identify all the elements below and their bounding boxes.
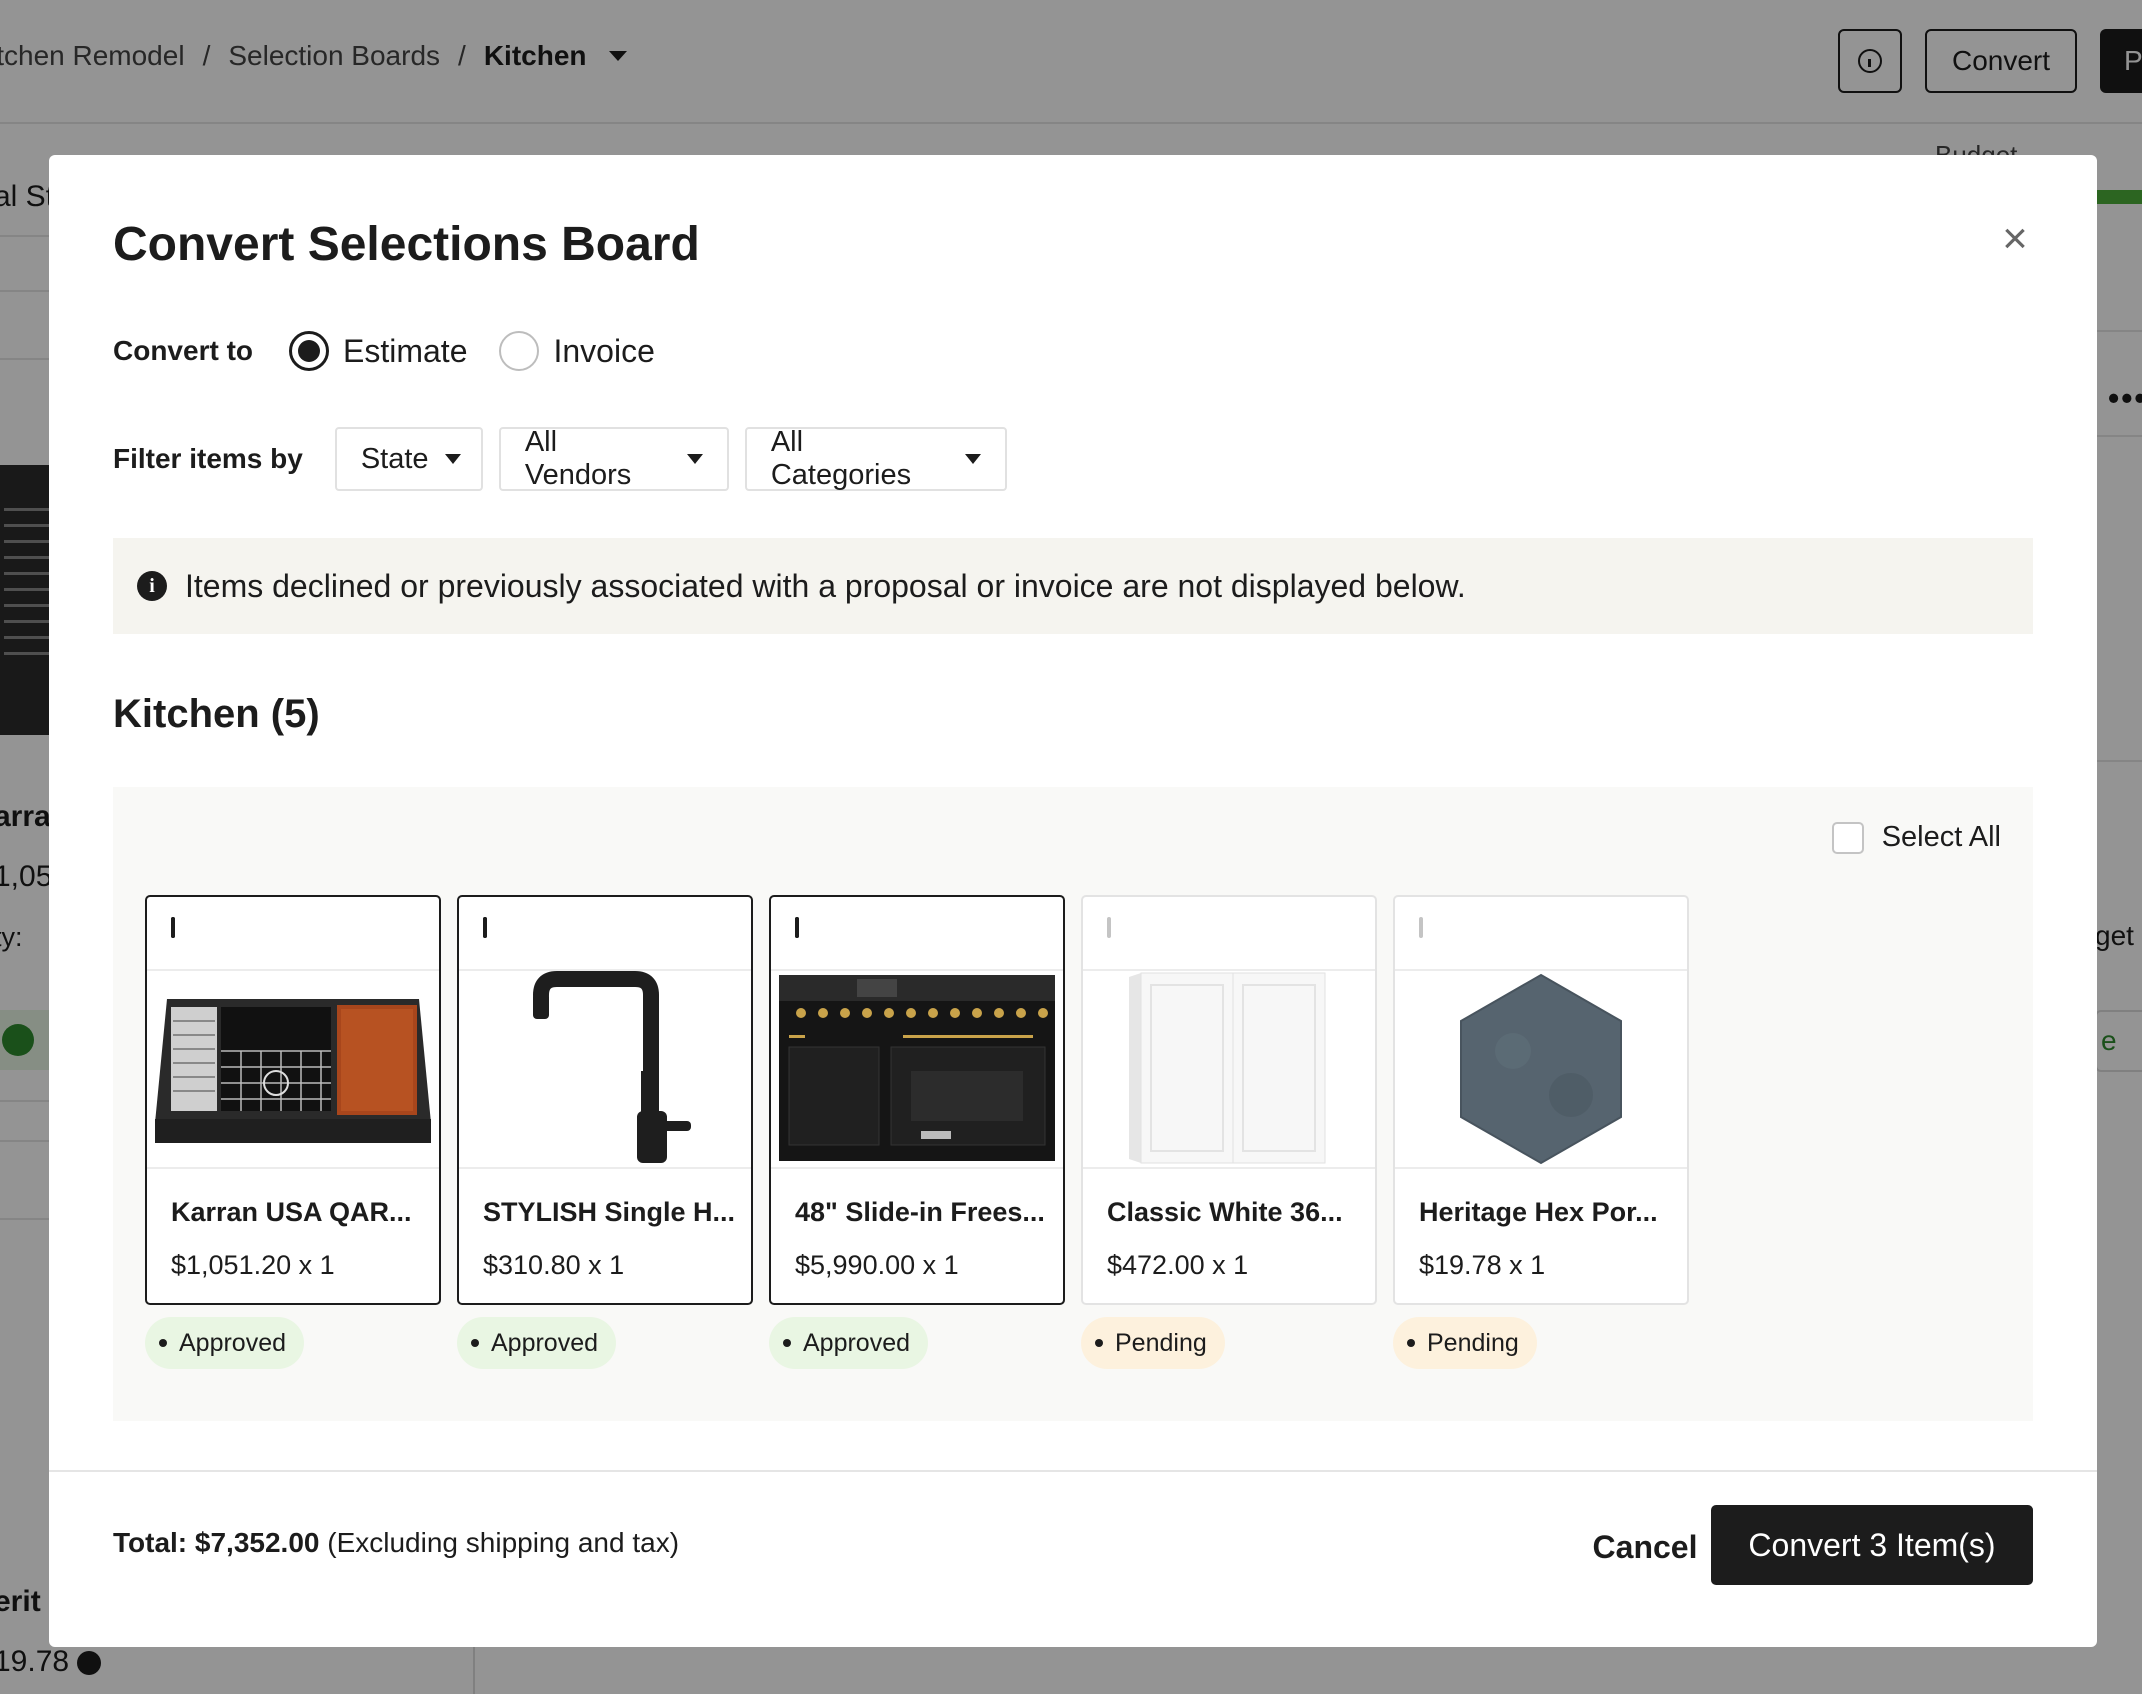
item-price: $5,990.00 x 1 xyxy=(795,1250,959,1280)
item-price: $19.78 x 1 xyxy=(1419,1250,1546,1280)
range-image-art xyxy=(779,975,1055,1161)
card-header xyxy=(147,897,439,971)
radio-button[interactable] xyxy=(499,331,540,371)
item-checkbox[interactable] xyxy=(795,917,799,938)
item-card-column: Heritage Hex Por... $19.78 x 1 Pending xyxy=(1393,895,1689,1369)
card-body: Karran USA QAR... $1,051.20 x 1 xyxy=(147,1169,439,1281)
item-price: $1,051.20 x 1 xyxy=(171,1250,335,1280)
item-card-column: STYLISH Single H... $310.80 x 1 Approved xyxy=(457,895,753,1369)
total-note: (Excluding shipping and tax) xyxy=(327,1527,680,1558)
status-badge: Approved xyxy=(769,1317,929,1369)
status-badge: Approved xyxy=(145,1317,305,1369)
cabinet-image-art xyxy=(1127,972,1331,1165)
hex-tile-image-art xyxy=(1453,971,1629,1167)
footer-divider xyxy=(49,1470,2097,1472)
item-checkbox[interactable] xyxy=(1419,917,1423,938)
state-dropdown[interactable]: State xyxy=(334,427,483,491)
select-all-checkbox[interactable] xyxy=(1831,821,1864,854)
caret-down-icon xyxy=(964,454,981,464)
status-text: Approved xyxy=(491,1328,599,1357)
convert-items-button[interactable]: Convert 3 Item(s) xyxy=(1711,1505,2033,1585)
convert-selections-modal: Convert Selections Board × Convert to Es… xyxy=(49,155,2097,1647)
radio-button-selected[interactable] xyxy=(289,331,329,371)
item-price: $472.00 x 1 xyxy=(1107,1250,1249,1280)
item-card[interactable]: Heritage Hex Por... $19.78 x 1 xyxy=(1393,895,1689,1305)
convert-to-row: Convert to Estimate Invoice xyxy=(113,327,655,375)
item-price: $310.80 x 1 xyxy=(483,1250,625,1280)
range-image xyxy=(771,971,1063,1169)
section-title: Kitchen (5) xyxy=(113,692,320,736)
modal-title: Convert Selections Board xyxy=(113,218,700,271)
radio-invoice[interactable]: Invoice xyxy=(499,331,655,371)
notice-text: Items declined or previously associated … xyxy=(185,567,1466,604)
item-card[interactable]: STYLISH Single H... $310.80 x 1 xyxy=(457,895,753,1305)
card-body: STYLISH Single H... $310.80 x 1 xyxy=(459,1169,751,1281)
item-checkbox[interactable] xyxy=(1107,917,1111,938)
convert-to-label: Convert to xyxy=(113,335,253,366)
sink-image xyxy=(147,971,439,1169)
item-card-column: 48" Slide-in Frees... $5,990.00 x 1 Appr… xyxy=(769,895,1065,1369)
items-panel: Select All Karran USA QAR... $1,051.20 x… xyxy=(113,787,2033,1421)
card-body: Heritage Hex Por... $19.78 x 1 xyxy=(1395,1169,1687,1281)
item-checkbox[interactable] xyxy=(483,917,487,938)
item-card-column: Karran USA QAR... $1,051.20 x 1 Approved xyxy=(145,895,441,1369)
filter-label: Filter items by xyxy=(113,443,303,474)
info-icon: i xyxy=(137,571,167,601)
status-dot-icon xyxy=(159,1339,167,1347)
total-amount: Total: $7,352.00 xyxy=(113,1527,320,1558)
card-body: 48" Slide-in Frees... $5,990.00 x 1 xyxy=(771,1169,1063,1281)
caret-down-icon xyxy=(686,454,703,464)
status-badge: Approved xyxy=(457,1317,617,1369)
status-text: Pending xyxy=(1427,1328,1519,1357)
filter-row: Filter items by State All Vendors All Ca… xyxy=(113,426,1007,491)
item-cards: Karran USA QAR... $1,051.20 x 1 Approved xyxy=(145,895,1705,1369)
info-notice: i Items declined or previously associate… xyxy=(113,538,2033,634)
state-dropdown-value: State xyxy=(360,442,429,475)
item-card[interactable]: Karran USA QAR... $1,051.20 x 1 xyxy=(145,895,441,1305)
status-dot-icon xyxy=(1407,1339,1415,1347)
vendors-dropdown-value: All Vendors xyxy=(524,426,632,491)
item-name: 48" Slide-in Frees... xyxy=(795,1197,1045,1227)
status-badge: Pending xyxy=(1393,1317,1537,1369)
vendors-dropdown[interactable]: All Vendors xyxy=(498,426,729,491)
radio-label-estimate: Estimate xyxy=(343,332,468,369)
radio-estimate[interactable]: Estimate xyxy=(289,331,467,371)
hex-tile-image xyxy=(1395,971,1687,1169)
faucet-image-art xyxy=(513,971,697,1167)
item-name: Classic White 36... xyxy=(1107,1197,1343,1227)
card-header xyxy=(1083,897,1375,971)
categories-dropdown[interactable]: All Categories xyxy=(744,426,1007,491)
card-header xyxy=(1395,897,1687,971)
status-text: Approved xyxy=(179,1328,287,1357)
item-card[interactable]: 48" Slide-in Frees... $5,990.00 x 1 xyxy=(769,895,1065,1305)
item-card[interactable]: Classic White 36... $472.00 x 1 xyxy=(1081,895,1377,1305)
item-name: Karran USA QAR... xyxy=(171,1197,412,1227)
categories-dropdown-value: All Categories xyxy=(770,426,912,491)
select-all[interactable]: Select All xyxy=(1831,821,2001,854)
cabinet-image xyxy=(1083,971,1375,1169)
item-name: STYLISH Single H... xyxy=(483,1197,736,1227)
sink-image-art xyxy=(155,999,431,1143)
close-icon[interactable]: × xyxy=(1997,217,2033,261)
total-summary: Total: $7,352.00 (Excluding shipping and… xyxy=(113,1527,679,1559)
card-header xyxy=(771,897,1063,971)
card-header xyxy=(459,897,751,971)
item-checkbox[interactable] xyxy=(171,917,175,938)
faucet-image xyxy=(459,971,751,1169)
card-body: Classic White 36... $472.00 x 1 xyxy=(1083,1169,1375,1281)
status-text: Pending xyxy=(1115,1328,1207,1357)
status-dot-icon xyxy=(783,1339,791,1347)
item-name: Heritage Hex Por... xyxy=(1419,1197,1658,1227)
item-card-column: Classic White 36... $472.00 x 1 Pending xyxy=(1081,895,1377,1369)
status-dot-icon xyxy=(1095,1339,1103,1347)
select-all-label: Select All xyxy=(1881,821,2001,853)
radio-label-invoice: Invoice xyxy=(553,332,655,369)
caret-down-icon xyxy=(444,454,461,464)
status-badge: Pending xyxy=(1081,1317,1225,1369)
status-dot-icon xyxy=(471,1339,479,1347)
status-text: Approved xyxy=(803,1328,911,1357)
